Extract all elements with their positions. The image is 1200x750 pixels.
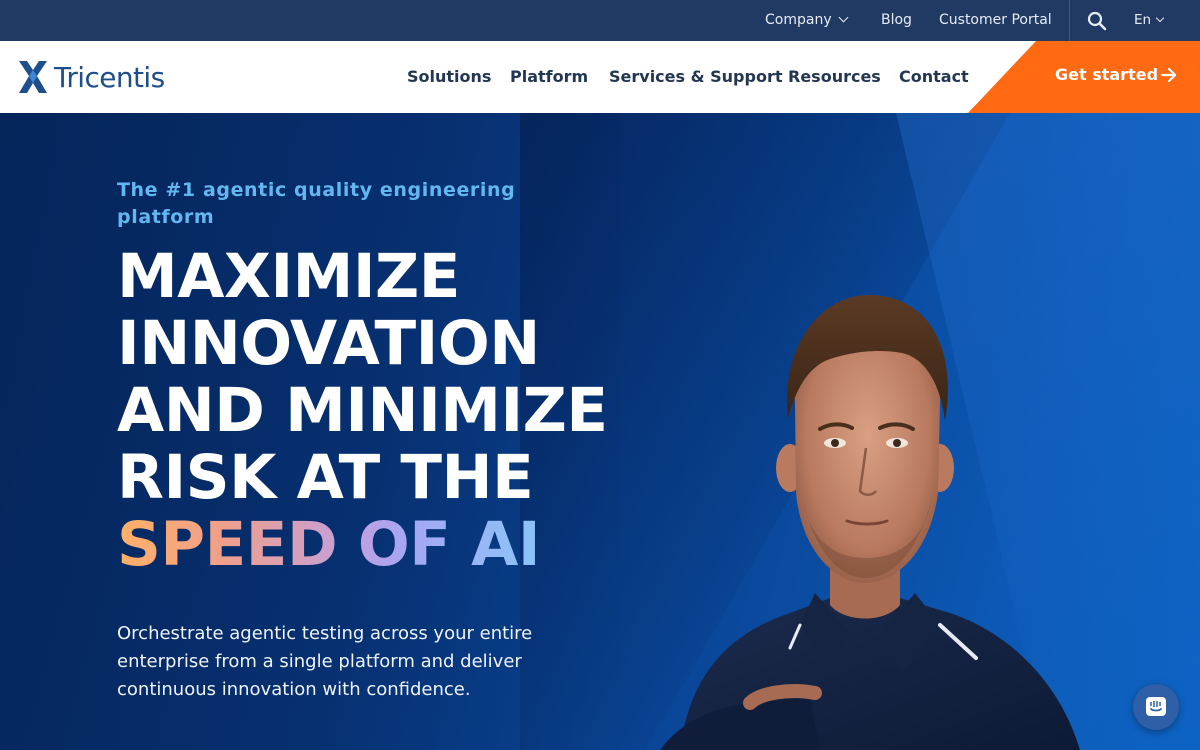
utility-bar: Company Blog Customer Portal En [0,0,1200,41]
hero-headline: MAXIMIZE INNOVATION AND MINIMIZE RISK AT… [117,243,637,578]
headline-line: RISK AT THE [117,442,534,513]
get-started-label: Get started [1055,65,1159,84]
nav-platform[interactable]: Platform [510,41,588,113]
customer-portal-link[interactable]: Customer Portal [939,0,1052,41]
chevron-down-icon [838,12,849,23]
search-icon[interactable] [1086,10,1108,32]
tricentis-x-logo-icon [19,61,47,93]
headline-line: INNOVATION [117,308,540,379]
hero-person-image [660,294,1080,750]
nav-resources[interactable]: Resources [788,41,881,113]
chat-button[interactable] [1133,684,1179,730]
language-label: En [1134,12,1152,28]
arrow-right-icon [1160,67,1177,83]
logo-text: Tricentis [54,60,165,94]
logo[interactable]: Tricentis [19,60,165,94]
main-nav: Tricentis Solutions Platform Services & … [0,41,1200,113]
chat-icon [1146,697,1166,716]
get-started-button[interactable]: Get started [968,41,1200,113]
language-selector[interactable]: En [1134,0,1165,41]
company-menu-label: Company [765,12,832,28]
headline-line: MAXIMIZE [117,241,460,312]
nav-services-support[interactable]: Services & Support [609,41,782,113]
company-menu[interactable]: Company [765,0,849,41]
hero-subtext: Orchestrate agentic testing across your … [117,623,533,700]
headline-highlight: SPEED OF AI [117,511,637,578]
headline-line: AND MINIMIZE [117,375,608,446]
blog-link[interactable]: Blog [881,0,912,41]
nav-contact[interactable]: Contact [899,41,969,113]
nav-solutions[interactable]: Solutions [407,41,491,113]
utility-divider [1069,0,1070,41]
hero-eyebrow: The #1 agentic quality engineering platf… [117,179,516,228]
hero-section: The #1 agentic quality engineering platf… [0,113,1200,750]
chevron-down-icon [1155,13,1165,23]
